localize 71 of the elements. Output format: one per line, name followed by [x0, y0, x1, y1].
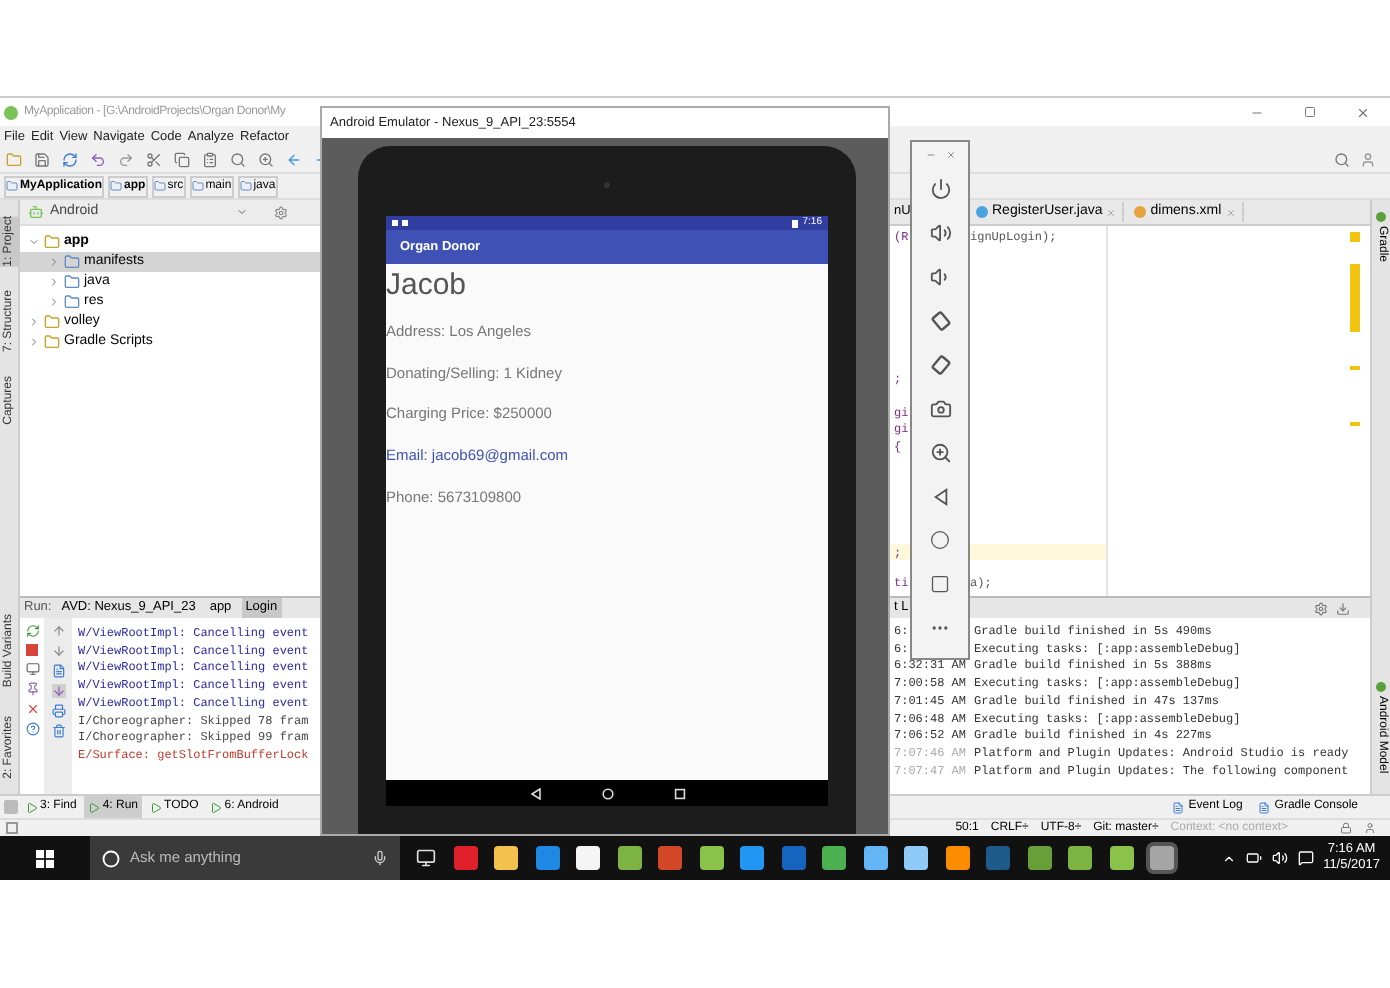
rerun-icon[interactable]	[25, 624, 39, 638]
app-icon[interactable]	[945, 846, 969, 870]
search-icon[interactable]	[1334, 152, 1350, 168]
search-icon[interactable]	[230, 152, 246, 168]
tab-icon	[26, 801, 38, 813]
sync-icon[interactable]	[62, 152, 78, 168]
recents-icon[interactable]	[673, 787, 685, 799]
search-circle-icon	[102, 849, 120, 867]
folder-icon	[44, 334, 60, 350]
down-arrow-icon[interactable]	[51, 644, 65, 658]
app-icon[interactable]	[699, 846, 723, 870]
folder-icon	[239, 180, 252, 192]
tab-icon	[1172, 801, 1185, 813]
cut-icon[interactable]	[146, 152, 162, 168]
zoom-icon[interactable]	[929, 441, 951, 463]
volume-icon[interactable]	[1271, 850, 1288, 866]
folder-icon	[44, 314, 60, 330]
folder-icon	[44, 234, 60, 250]
tab-icon	[88, 801, 101, 813]
profile-name: Jacob	[386, 270, 469, 302]
app-icon[interactable]	[535, 846, 559, 870]
paste-icon[interactable]	[202, 152, 218, 168]
lock-icon[interactable]	[1340, 822, 1352, 834]
app-icon[interactable]	[1109, 846, 1133, 870]
tab-icon	[210, 801, 223, 813]
app-icon[interactable]	[863, 846, 887, 870]
scroll-to-end-icon[interactable]	[51, 684, 65, 698]
task-view-icon[interactable]	[416, 848, 436, 868]
app-icon[interactable]	[453, 846, 477, 870]
volume-down-icon[interactable]	[929, 265, 951, 287]
folder-icon	[6, 180, 18, 192]
help-icon[interactable]	[25, 722, 39, 736]
settings-icon[interactable]	[274, 205, 288, 219]
power-icon[interactable]	[929, 177, 951, 199]
rotate-right-icon[interactable]	[929, 353, 951, 375]
maximize-icon[interactable]	[1304, 106, 1316, 118]
user-icon[interactable]	[1360, 152, 1376, 168]
folder-icon	[110, 180, 123, 192]
folder-icon	[64, 254, 80, 270]
pin-icon[interactable]	[25, 682, 39, 696]
folder-icon	[153, 180, 166, 192]
screen-icon[interactable]	[25, 662, 39, 676]
rotate-left-icon[interactable]	[929, 309, 951, 331]
open-folder-icon[interactable]	[6, 152, 22, 168]
folder-icon	[64, 294, 80, 310]
settings-icon[interactable]	[1314, 601, 1328, 615]
chevron-up-icon[interactable]	[1221, 851, 1236, 865]
close-icon[interactable]	[25, 702, 39, 716]
redo-icon[interactable]	[118, 152, 134, 168]
up-arrow-icon[interactable]	[51, 624, 65, 638]
person-icon[interactable]	[1364, 822, 1376, 834]
microphone-icon[interactable]	[372, 850, 388, 866]
app-logo-icon	[4, 105, 18, 119]
windows-logo-icon[interactable]	[36, 849, 54, 867]
app-icon[interactable]	[1027, 846, 1051, 870]
overview-icon[interactable]	[930, 574, 950, 594]
volume-up-icon[interactable]	[929, 221, 951, 243]
download-icon[interactable]	[1336, 601, 1350, 615]
close-icon[interactable]	[1356, 105, 1370, 119]
tab-icon	[1258, 801, 1271, 813]
caret-icon[interactable]	[236, 206, 248, 218]
trash-icon[interactable]	[51, 724, 65, 738]
copy-icon[interactable]	[174, 152, 190, 168]
print-icon[interactable]	[51, 704, 65, 718]
folder-icon	[64, 274, 80, 290]
back-icon[interactable]	[931, 487, 949, 505]
app-icon[interactable]	[617, 846, 641, 870]
folder-icon	[191, 180, 204, 192]
tab-icon	[150, 801, 163, 813]
save-icon[interactable]	[34, 152, 50, 168]
undo-icon[interactable]	[90, 152, 106, 168]
